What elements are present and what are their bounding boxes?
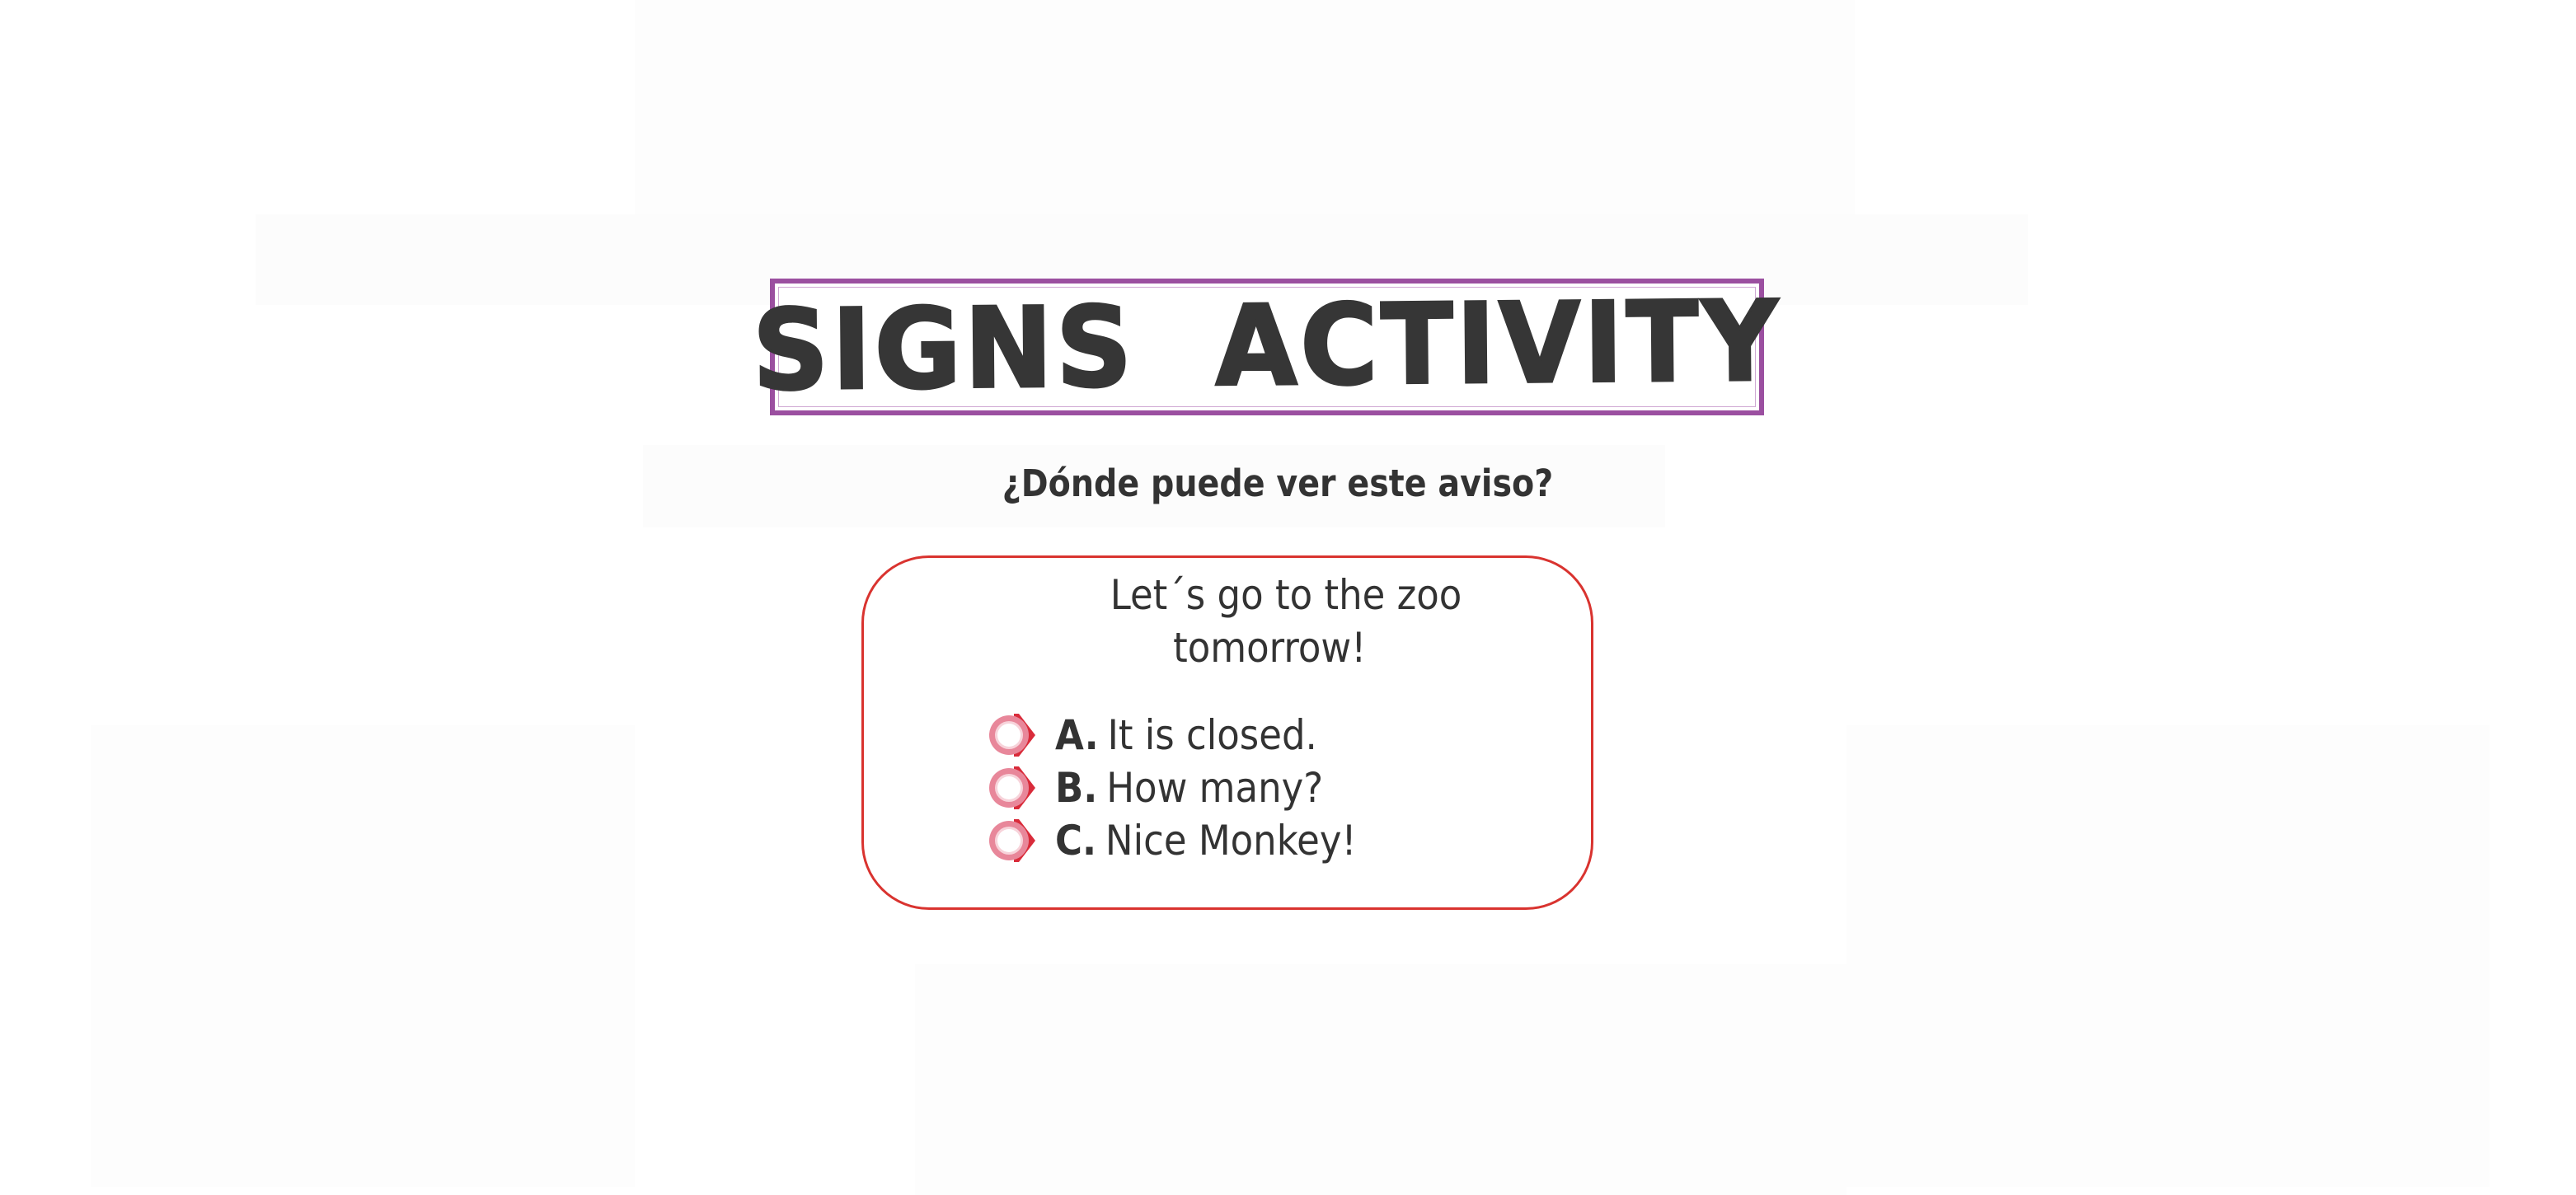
option-c[interactable]: C. Nice Monkey! xyxy=(983,814,1390,867)
sign-message-line-1: Let´s go to the zoo xyxy=(1110,571,1462,619)
background-panel xyxy=(635,0,1855,223)
slide-canvas: SIGNS ACTIVITY ¿Dónde puede ver este avi… xyxy=(0,0,2576,1195)
radio-option-icon[interactable] xyxy=(983,762,1039,814)
option-b-label: B. How many? xyxy=(1055,764,1323,812)
background-panel xyxy=(915,964,1846,1195)
radio-option-icon[interactable] xyxy=(983,814,1039,867)
option-c-text: Nice Monkey! xyxy=(1105,817,1357,865)
option-b-letter: B. xyxy=(1055,764,1098,812)
option-a[interactable]: A. It is closed. xyxy=(983,709,1390,762)
option-b[interactable]: B. How many? xyxy=(983,762,1390,814)
answer-options: A. It is closed. B. How many? C. Nice Mo… xyxy=(983,709,1390,867)
option-a-letter: A. xyxy=(1055,711,1099,759)
sign-message-line-2: tomorrow! xyxy=(1173,624,1367,672)
option-c-label: C. Nice Monkey! xyxy=(1055,817,1357,865)
page-title: SIGNS ACTIVITY xyxy=(751,276,1783,417)
background-panel xyxy=(1846,725,2489,1187)
question-text: ¿Dónde puede ver este aviso? xyxy=(1002,462,1554,505)
background-panel xyxy=(91,725,635,1187)
option-a-label: A. It is closed. xyxy=(1055,711,1317,759)
option-a-text: It is closed. xyxy=(1107,711,1317,759)
option-b-text: How many? xyxy=(1106,764,1324,812)
option-c-letter: C. xyxy=(1055,817,1097,865)
radio-option-icon[interactable] xyxy=(983,709,1039,762)
title-banner: SIGNS ACTIVITY xyxy=(751,276,1783,417)
sign-message: Let´s go to the zoo tomorrow! xyxy=(1041,569,1531,674)
